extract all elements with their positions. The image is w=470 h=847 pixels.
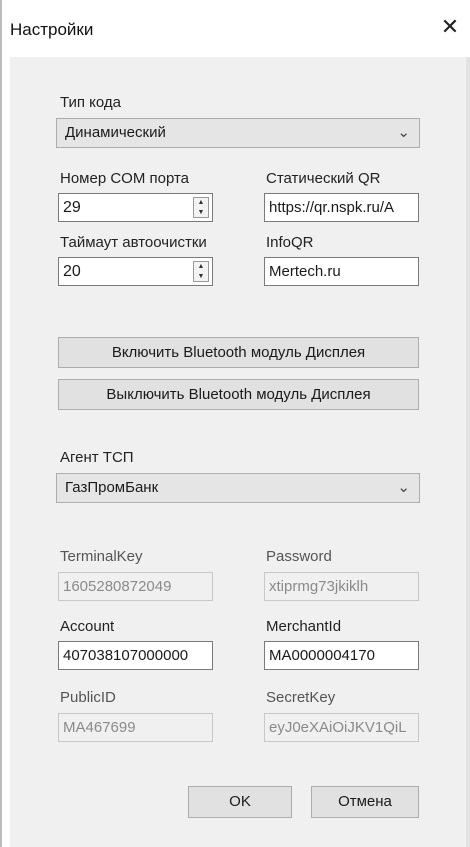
- password-field: xtiprmg73jkiklh: [264, 572, 419, 601]
- terminal-key-label: TerminalKey: [60, 548, 143, 565]
- com-port-label: Номер COM порта: [60, 170, 190, 187]
- enable-bluetooth-button[interactable]: Включить Bluetooth модуль Дисплея: [58, 337, 419, 368]
- agent-label: Агент ТСП: [60, 449, 134, 466]
- autoclear-label: Таймаут автоочистки: [60, 234, 207, 251]
- window-border-left: [0, 0, 2, 847]
- account-label: Account: [60, 618, 115, 635]
- agent-select[interactable]: ГазПромБанк ⌄: [56, 473, 420, 503]
- chevron-down-icon: ⌄: [397, 124, 410, 141]
- autoclear-stepper[interactable]: 20 ▲ ▼: [58, 257, 213, 286]
- ok-button[interactable]: OK: [188, 786, 292, 818]
- window-border-right: [466, 57, 470, 847]
- spin-down-icon[interactable]: ▼: [194, 208, 208, 217]
- com-port-value: 29: [63, 199, 81, 216]
- code-type-select[interactable]: Динамический ⌄: [56, 118, 420, 148]
- secret-key-label: SecretKey: [266, 689, 336, 706]
- public-id-label: PublicID: [60, 689, 116, 706]
- disable-bluetooth-button[interactable]: Выключить Bluetooth модуль Дисплея: [58, 379, 419, 410]
- agent-value: ГазПромБанк: [65, 479, 159, 496]
- spin-up-icon[interactable]: ▲: [194, 198, 208, 207]
- secret-key-field: eyJ0eXAiOiJKV1QiL: [264, 713, 419, 742]
- merchant-id-field[interactable]: MA0000004170: [264, 641, 419, 670]
- spin-up-icon[interactable]: ▲: [194, 262, 208, 271]
- close-icon: ✕: [440, 14, 460, 39]
- account-field[interactable]: 407038107000000: [58, 641, 213, 670]
- close-button[interactable]: ✕: [436, 14, 464, 42]
- autoclear-value: 20: [63, 263, 81, 280]
- cancel-button[interactable]: Отмена: [311, 786, 419, 818]
- info-qr-field[interactable]: Mertech.ru: [264, 257, 419, 286]
- window-title: Настройки: [10, 20, 94, 39]
- static-qr-field[interactable]: https://qr.nspk.ru/A: [264, 193, 419, 222]
- password-label: Password: [266, 548, 332, 565]
- merchant-id-label: MerchantId: [266, 618, 342, 635]
- code-type-label: Тип кода: [60, 94, 122, 111]
- com-port-spin-buttons[interactable]: ▲ ▼: [193, 197, 209, 218]
- spin-down-icon[interactable]: ▼: [194, 272, 208, 281]
- terminal-key-field: 1605280872049: [58, 572, 213, 601]
- com-port-stepper[interactable]: 29 ▲ ▼: [58, 193, 213, 222]
- public-id-field: MA467699: [58, 713, 213, 742]
- static-qr-label: Статический QR: [266, 170, 381, 187]
- chevron-down-icon: ⌄: [397, 479, 410, 496]
- info-qr-label: InfoQR: [266, 234, 314, 251]
- code-type-value: Динамический: [65, 124, 166, 141]
- autoclear-spin-buttons[interactable]: ▲ ▼: [193, 261, 209, 282]
